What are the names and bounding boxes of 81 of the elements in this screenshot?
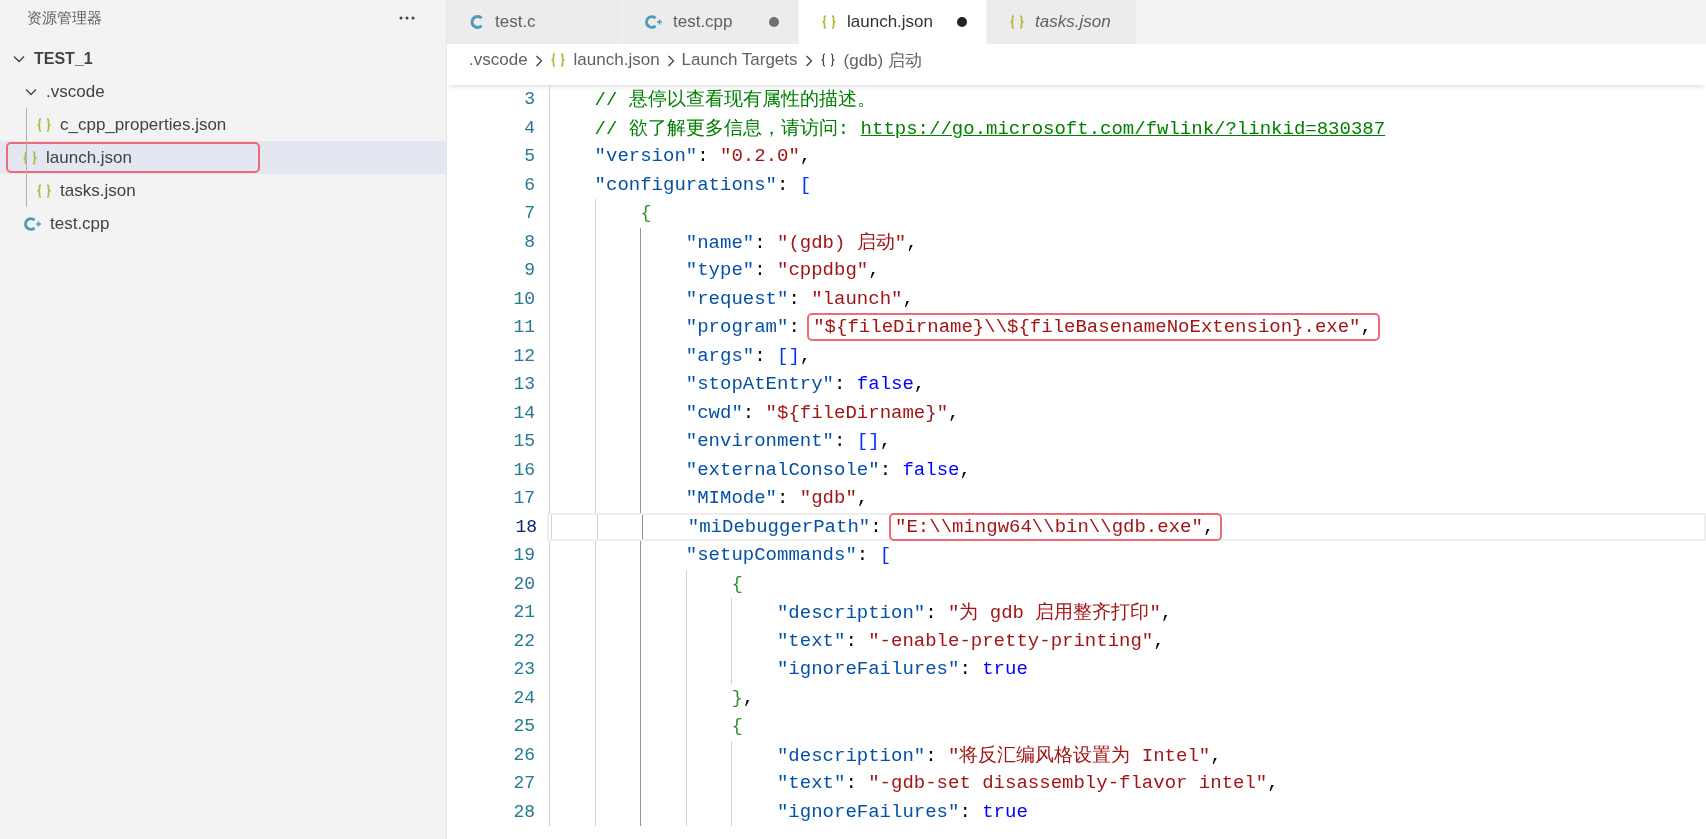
code-line: // 悬停以查看现有属性的描述。	[594, 88, 876, 113]
code-line: "request": "launch",	[685, 287, 914, 310]
line-number: 9	[523, 260, 536, 281]
code-line: "text": "-enable-pretty-printing",	[776, 629, 1165, 652]
cpp-file-icon	[24, 215, 42, 232]
code-line: "stopAtEntry": false,	[685, 373, 926, 396]
code-line: // 欲了解更多信息，请访问: https://go.microsoft.com/fwlink/?linkid=830387	[594, 116, 1386, 141]
line-number: 21	[512, 602, 536, 623]
code-line: "version": "0.2.0",	[594, 145, 812, 168]
line-number: 18	[514, 516, 538, 537]
line-number: 8	[523, 231, 536, 252]
line-number: 20	[512, 573, 536, 594]
code-line: {	[731, 715, 743, 738]
file-tree-item[interactable]: c_cpp_properties.json	[0, 108, 446, 141]
braces-icon	[1009, 14, 1025, 30]
folder-tree-item[interactable]: TEST_1	[0, 42, 446, 75]
code-line: "args": [],	[685, 344, 812, 367]
code-line: "cwd": "${fileDirname}",	[685, 401, 960, 424]
code-line: },	[731, 686, 755, 709]
breadcrumb-item[interactable]: launch.json	[549, 46, 660, 74]
line-number: 24	[512, 687, 536, 708]
line-number: 26	[512, 744, 536, 765]
braces-icon	[821, 14, 837, 30]
line-number: 27	[512, 773, 536, 794]
code-line: "environment": [],	[685, 430, 892, 453]
line-number: 16	[512, 459, 536, 480]
file-tree-item[interactable]: tasks.json	[0, 174, 446, 207]
line-number: 11	[512, 317, 536, 338]
unsaved-dot-icon[interactable]	[768, 16, 780, 28]
code-line: "configurations": [	[594, 173, 812, 196]
breadcrumb-item[interactable]: (gdb) 启动	[819, 46, 922, 74]
more-icon[interactable]	[398, 15, 416, 21]
folder-tree-item[interactable]: .vscode	[0, 75, 446, 108]
line-number: 23	[512, 659, 536, 680]
unsaved-dot-icon[interactable]	[956, 16, 968, 28]
braces-icon	[36, 182, 52, 199]
code-line: "ignoreFailures": true	[776, 658, 1028, 681]
file-tree-item[interactable]: test.cpp	[0, 207, 446, 240]
editor-tab[interactable]: test.cpp	[623, 0, 799, 44]
line-number: 6	[523, 174, 536, 195]
braces-icon	[549, 52, 566, 68]
line-number: 17	[512, 488, 536, 509]
line-number: 7	[523, 203, 536, 224]
line-number: 25	[512, 716, 536, 737]
code-line: "MIMode": "gdb",	[685, 487, 869, 510]
code-line: "text": "-gdb-set disassembly-flavor intel",	[776, 772, 1279, 795]
breadcrumb-item[interactable]: .vscode	[469, 46, 528, 74]
line-number: 5	[523, 146, 536, 167]
breadcrumb-item[interactable]: Launch Targets	[681, 46, 798, 74]
line-number: 13	[512, 374, 536, 395]
line-number: 4	[523, 117, 536, 138]
line-number: 22	[512, 630, 536, 651]
code-line: "description": "为 gdb 启用整齐打印",	[776, 601, 1173, 626]
link[interactable]: https://go.microsoft.com/fwlink/?linkid=830387	[860, 117, 1386, 140]
code-line: "setupCommands": [	[685, 544, 892, 567]
code-line: {	[640, 202, 652, 225]
editor-tab[interactable]: launch.json	[799, 0, 987, 44]
code-line: "name": "(gdb) 启动",	[685, 230, 918, 255]
line-number: 19	[512, 545, 536, 566]
code-line: "program": "${fileDirname}\\${fileBasenameNoExtension}.exe",	[685, 316, 1380, 339]
c-file-icon	[469, 14, 485, 30]
code-line: "ignoreFailures": true	[776, 800, 1028, 823]
code-line: "type": "cppdbg",	[685, 259, 880, 282]
code-line: "externalConsole": false,	[685, 458, 971, 481]
line-number: 12	[512, 345, 536, 366]
braces-icon	[22, 149, 38, 166]
line-number: 10	[512, 288, 536, 309]
file-tree-item[interactable]: launch.json	[0, 141, 446, 174]
code-line: {	[731, 572, 743, 595]
braces-icon	[36, 116, 52, 133]
line-number: 3	[523, 89, 536, 110]
code-line: "miDebuggerPath": "E:\\mingw64\\bin\\gdb.exe",	[687, 515, 1223, 538]
line-number: 15	[512, 431, 536, 452]
code-line: "description": "将反汇编风格设置为 Intel",	[776, 743, 1222, 768]
sidebar-title: 资源管理器	[27, 8, 102, 28]
line-number: 14	[512, 402, 536, 423]
braces-icon	[819, 52, 836, 68]
line-number: 28	[512, 801, 536, 822]
editor-tab[interactable]: tasks.json	[987, 0, 1137, 44]
editor-tab[interactable]: test.c	[447, 0, 623, 44]
cpp-file-icon	[645, 14, 663, 30]
